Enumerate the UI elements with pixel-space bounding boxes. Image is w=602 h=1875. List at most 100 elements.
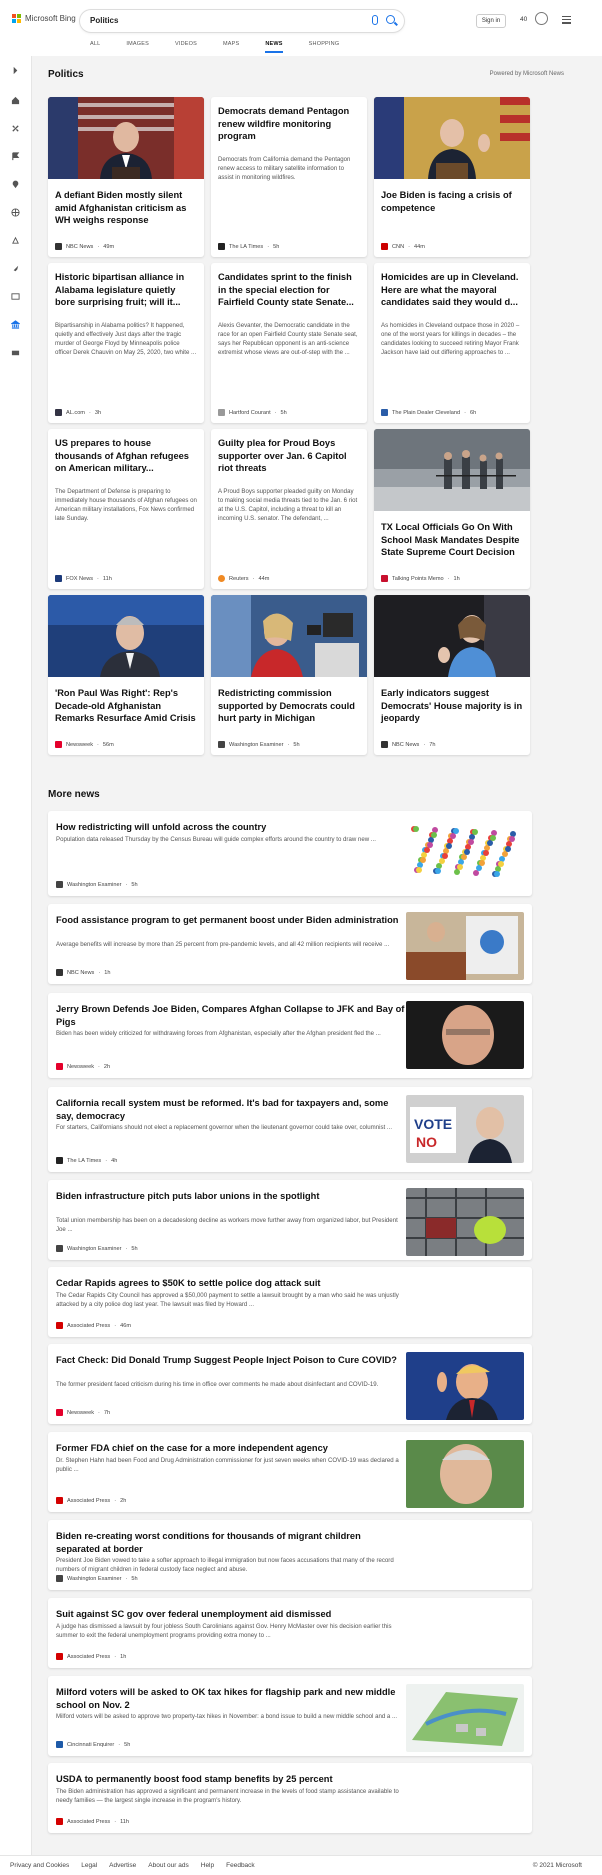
rocket-icon[interactable]: [11, 264, 20, 273]
more-news-item[interactable]: Fact Check: Did Donald Trump Suggest Peo…: [48, 1344, 532, 1424]
more-news-item[interactable]: Suit against SC gov over federal unemplo…: [48, 1598, 532, 1668]
card-title[interactable]: Homicides are up in Cleveland. Here are …: [381, 271, 523, 309]
microphone-icon[interactable]: [372, 15, 378, 25]
more-news-source: The LA Times · 4h: [56, 1157, 117, 1164]
more-news-title-link[interactable]: Biden re-creating worst conditions for t…: [56, 1530, 406, 1555]
card-title[interactable]: TX Local Officials Go On With School Mas…: [381, 521, 523, 559]
more-news-description: Dr. Stephen Hahn had been Food and Drug …: [56, 1457, 399, 1473]
more-news-item[interactable]: Cedar Rapids agrees to $50K to settle po…: [48, 1267, 532, 1337]
sign-in-button[interactable]: Sign in: [476, 14, 506, 28]
news-card[interactable]: Guilty plea for Proud Boys supporter ove…: [211, 429, 367, 589]
entertainment-icon[interactable]: [11, 292, 20, 301]
news-card[interactable]: Early indicators suggest Democrats' Hous…: [374, 595, 530, 755]
more-news-item[interactable]: Former FDA chief on the case for a more …: [48, 1432, 532, 1512]
more-news-item[interactable]: Milford voters will be asked to OK tax h…: [48, 1676, 532, 1756]
more-news-title-link[interactable]: Fact Check: Did Donald Trump Suggest Peo…: [56, 1354, 406, 1367]
more-news-title-link[interactable]: How redistricting will unfold across the…: [56, 821, 406, 834]
more-news-source: Washington Examiner · 5h: [56, 1575, 138, 1582]
more-news-title: More news: [48, 789, 100, 800]
powered-by[interactable]: Powered by Microsoft News: [490, 71, 564, 77]
more-news-title-link[interactable]: Biden infrastructure pitch puts labor un…: [56, 1190, 406, 1203]
more-news-item[interactable]: Biden infrastructure pitch puts labor un…: [48, 1180, 532, 1260]
footer-link-about-ads[interactable]: About our ads: [148, 1862, 188, 1869]
card-title[interactable]: Joe Biden is facing a crisis of competen…: [381, 189, 523, 214]
footer: Privacy and Cookies Legal Advertise Abou…: [0, 1855, 602, 1875]
card-title[interactable]: 'Ron Paul Was Right': Rep's Decade-old A…: [55, 687, 197, 725]
more-news-description: Milford voters will be asked to approve …: [56, 1713, 398, 1720]
news-card[interactable]: Candidates sprint to the finish in the s…: [211, 263, 367, 423]
publisher-icon: [56, 1653, 63, 1660]
news-card[interactable]: 'Ron Paul Was Right': Rep's Decade-old A…: [48, 595, 204, 755]
section-title: Politics: [48, 69, 84, 80]
more-news-thumbnail: [406, 819, 524, 887]
card-title[interactable]: Candidates sprint to the finish in the s…: [218, 271, 360, 309]
more-news-item[interactable]: Jerry Brown Defends Joe Biden, Compares …: [48, 993, 532, 1078]
more-news-title-link[interactable]: Cedar Rapids agrees to $50K to settle po…: [56, 1277, 406, 1290]
more-news-description: The Cedar Rapids City Council has approv…: [56, 1292, 399, 1308]
more-news-title-link[interactable]: Former FDA chief on the case for a more …: [56, 1442, 406, 1455]
menu-icon[interactable]: [562, 16, 571, 26]
money-icon[interactable]: [11, 348, 20, 357]
more-news-item[interactable]: Food assistance program to get permanent…: [48, 904, 532, 984]
news-card[interactable]: Homicides are up in Cleveland. Here are …: [374, 263, 530, 423]
tab-maps[interactable]: MAPS: [223, 38, 239, 53]
more-news-title-link[interactable]: Food assistance program to get permanent…: [56, 914, 406, 927]
card-title[interactable]: Democrats demand Pentagon renew wildfire…: [218, 105, 360, 143]
news-card[interactable]: Joe Biden is facing a crisis of competen…: [374, 97, 530, 257]
footer-link-legal[interactable]: Legal: [81, 1862, 97, 1869]
politics-icon[interactable]: [11, 320, 20, 329]
news-card[interactable]: Historic bipartisan alliance in Alabama …: [48, 263, 204, 423]
tab-all[interactable]: ALL: [90, 38, 100, 53]
card-title[interactable]: Guilty plea for Proud Boys supporter ove…: [218, 437, 360, 475]
news-card[interactable]: A defiant Biden mostly silent amid Afgha…: [48, 97, 204, 257]
location-icon[interactable]: [11, 180, 20, 189]
more-news-title-link[interactable]: Milford voters will be asked to OK tax h…: [56, 1686, 406, 1711]
more-news-item[interactable]: How redistricting will unfold across the…: [48, 811, 532, 896]
card-title[interactable]: Redistricting commission supported by De…: [218, 687, 360, 725]
more-news-thumbnail: [406, 1001, 524, 1069]
more-news-item[interactable]: Biden re-creating worst conditions for t…: [48, 1520, 532, 1590]
more-news-title-link[interactable]: California recall system must be reforme…: [56, 1097, 406, 1122]
more-news-item[interactable]: USDA to permanently boost food stamp ben…: [48, 1763, 532, 1833]
news-card[interactable]: US prepares to house thousands of Afghan…: [48, 429, 204, 589]
card-title[interactable]: A defiant Biden mostly silent amid Afgha…: [55, 189, 197, 227]
footer-link-help[interactable]: Help: [201, 1862, 214, 1869]
news-card[interactable]: Democrats demand Pentagon renew wildfire…: [211, 97, 367, 257]
more-news-title-link[interactable]: Suit against SC gov over federal unemplo…: [56, 1608, 406, 1621]
news-card[interactable]: Redistricting commission supported by De…: [211, 595, 367, 755]
news-card[interactable]: TX Local Officials Go On With School Mas…: [374, 429, 530, 589]
card-title[interactable]: US prepares to house thousands of Afghan…: [55, 437, 197, 475]
expand-icon[interactable]: [11, 66, 20, 75]
globe-icon[interactable]: [11, 208, 20, 217]
publisher-icon: [56, 1575, 63, 1582]
search-input[interactable]: Politics: [90, 16, 118, 25]
card-title[interactable]: Historic bipartisan alliance in Alabama …: [55, 271, 197, 309]
tpm-icon: [381, 575, 388, 582]
svg-text:NO: NO: [416, 1134, 437, 1150]
sports-icon[interactable]: [11, 124, 20, 133]
more-news-item[interactable]: California recall system must be reforme…: [48, 1087, 532, 1172]
newsweek-icon: [55, 741, 62, 748]
tab-news[interactable]: NEWS: [265, 38, 283, 53]
flag-icon[interactable]: [11, 152, 20, 161]
tab-shopping[interactable]: SHOPPING: [309, 38, 340, 53]
rewards-icon[interactable]: [535, 12, 548, 25]
card-source: NBC News · 7h: [381, 741, 435, 748]
tab-videos[interactable]: VIDEOS: [175, 38, 197, 53]
rewards-points[interactable]: 40: [520, 16, 527, 23]
bing-logo[interactable]: Microsoft Bing: [12, 14, 76, 23]
footer-link-advertise[interactable]: Advertise: [109, 1862, 136, 1869]
more-news-title-link[interactable]: Jerry Brown Defends Joe Biden, Compares …: [56, 1003, 406, 1028]
card-title[interactable]: Early indicators suggest Democrats' Hous…: [381, 687, 523, 725]
more-news-title-link[interactable]: USDA to permanently boost food stamp ben…: [56, 1773, 406, 1786]
more-news-description: The Biden administration has approved a …: [56, 1788, 399, 1804]
search-icon[interactable]: [386, 15, 395, 24]
tab-images[interactable]: IMAGES: [126, 38, 149, 53]
search-box[interactable]: Politics: [80, 10, 404, 32]
home-icon[interactable]: [11, 96, 20, 105]
more-news-thumbnail: [406, 1352, 524, 1420]
footer-link-feedback[interactable]: Feedback: [226, 1862, 255, 1869]
more-news-description: For starters, Californians should not el…: [56, 1124, 393, 1131]
footer-link-privacy[interactable]: Privacy and Cookies: [10, 1862, 69, 1869]
science-icon[interactable]: [11, 236, 20, 245]
